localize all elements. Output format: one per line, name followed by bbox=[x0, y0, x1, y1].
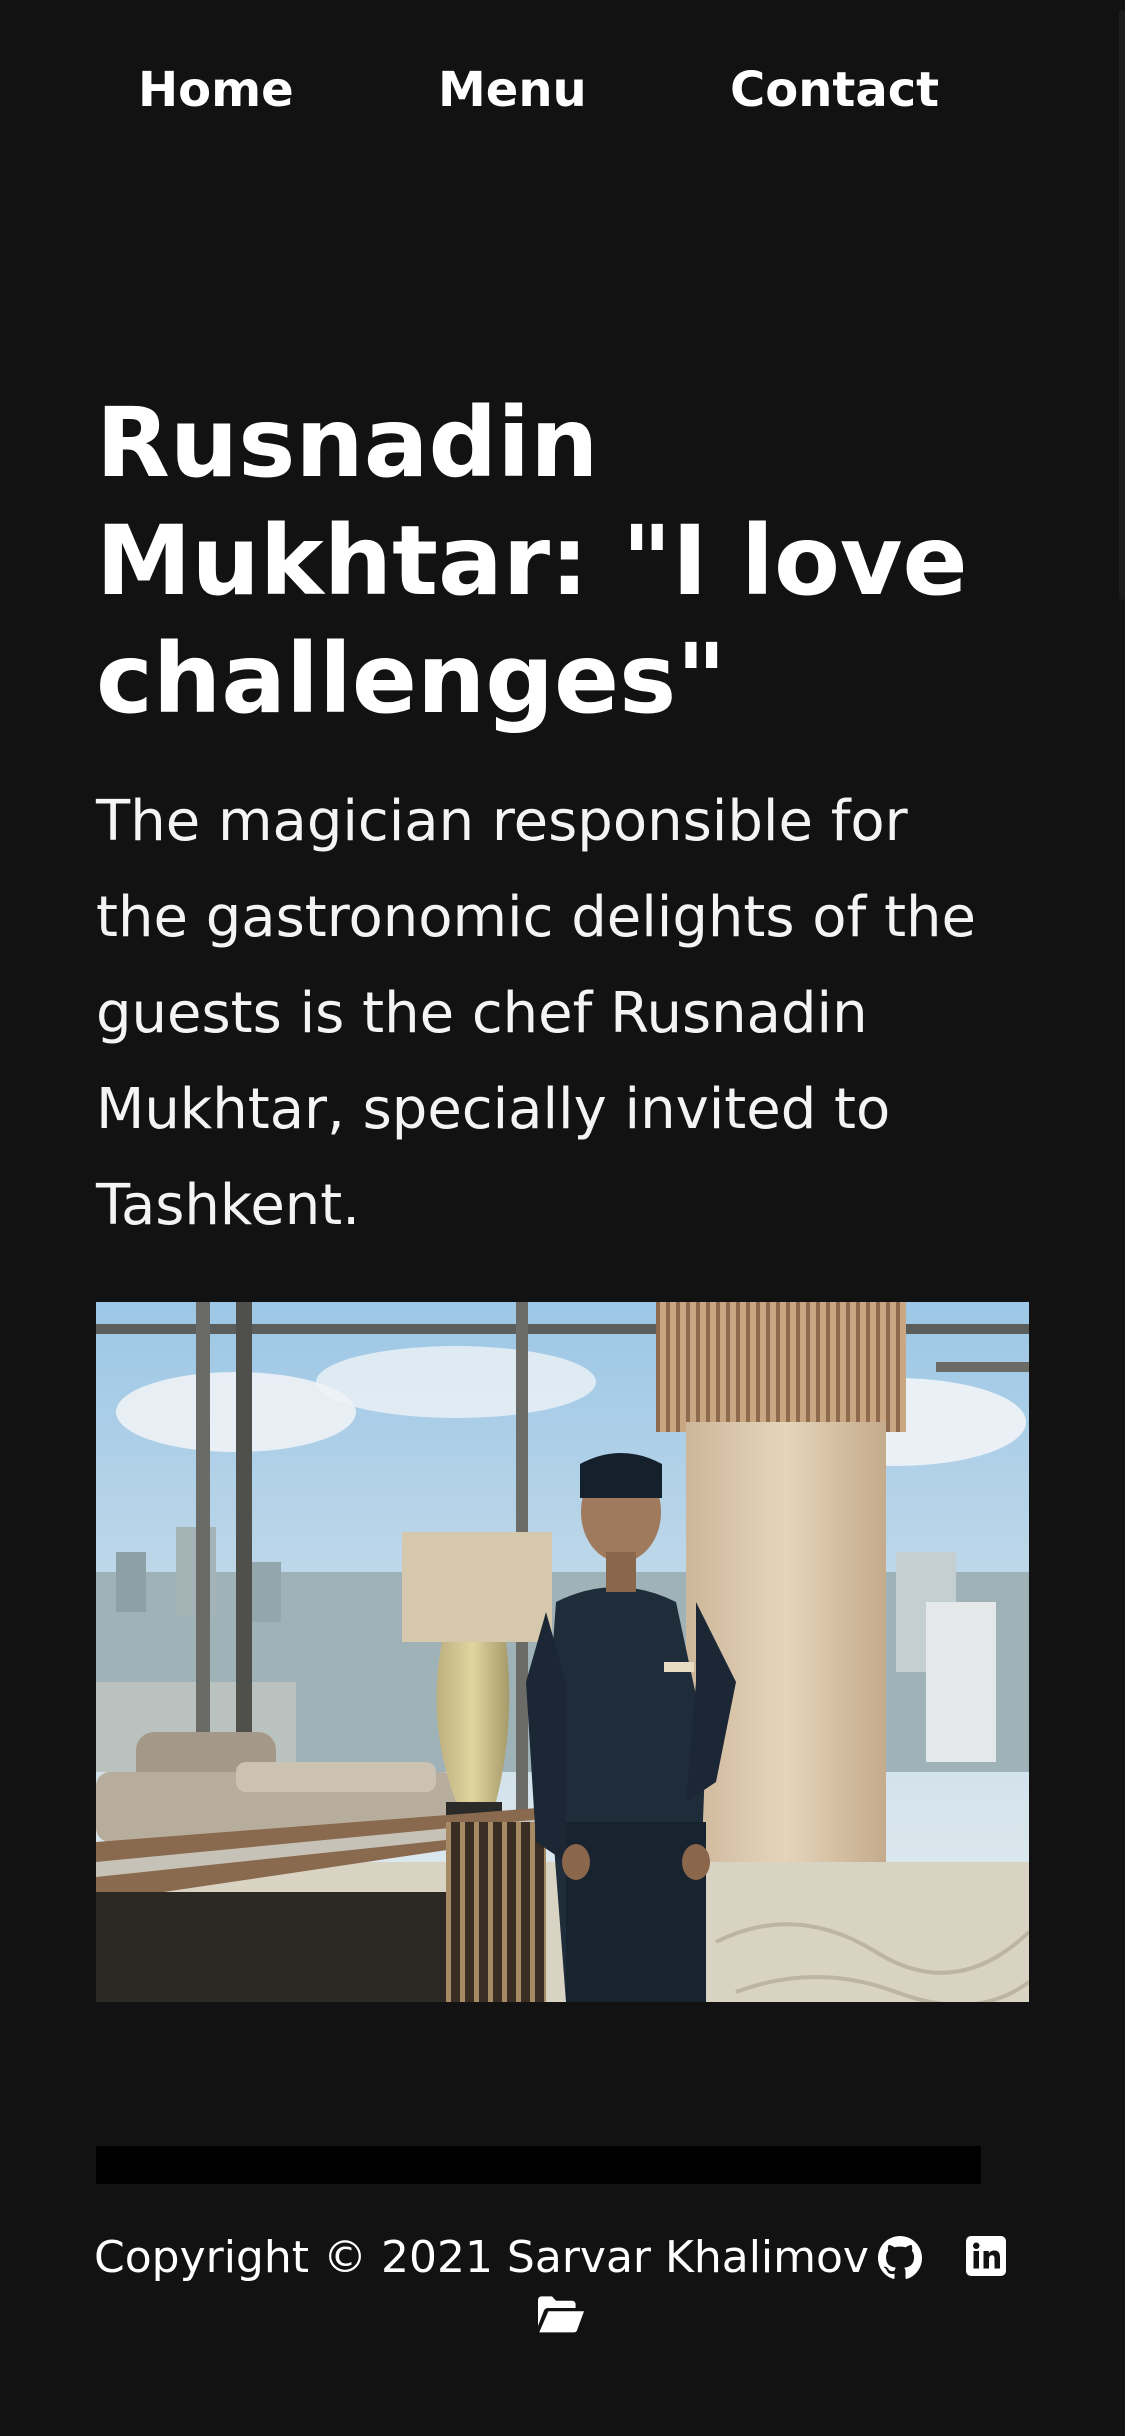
linkedin-icon[interactable] bbox=[966, 2236, 1010, 2280]
nav-link-contact[interactable]: Contact bbox=[730, 60, 939, 120]
footer-divider bbox=[96, 2146, 981, 2184]
nav-link-menu[interactable]: Menu bbox=[438, 60, 587, 120]
nav-link-home[interactable]: Home bbox=[138, 60, 294, 120]
chef-photo bbox=[96, 1302, 1029, 2002]
article-lead: The magician responsible for the gastron… bbox=[96, 789, 976, 1238]
top-navigation: Home Menu Contact bbox=[0, 60, 1125, 120]
folder-open-icon[interactable] bbox=[536, 2294, 586, 2334]
article-title: Rusnadin Mukhtar: "I love challenges" bbox=[96, 387, 968, 735]
copyright-text: Copyright © 2021 Sarvar Khalimov bbox=[94, 2232, 869, 2283]
github-icon[interactable] bbox=[878, 2236, 922, 2280]
